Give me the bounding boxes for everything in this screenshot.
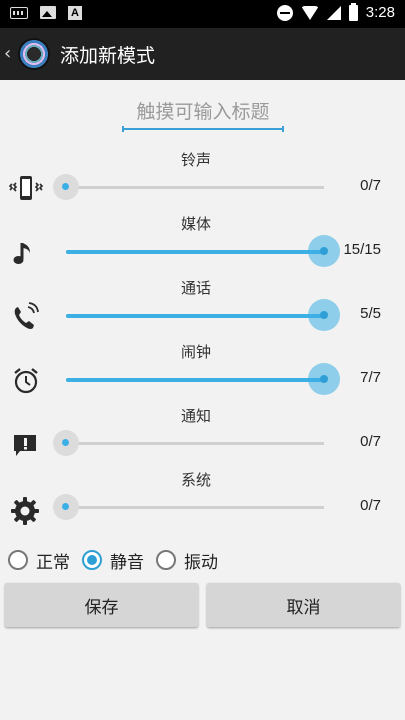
cancel-button[interactable]: 取消: [207, 583, 400, 627]
volume-value: 7/7: [360, 369, 381, 386]
title-input-wrap: [122, 96, 284, 132]
volume-label: 铃声: [180, 151, 211, 169]
battery-charging-icon: [348, 2, 358, 21]
volume-slider-fill: [66, 249, 324, 254]
volume-row-media: 媒体 15/15: [0, 213, 405, 277]
volume-label: 媒体: [180, 215, 211, 233]
volume-row-notification: 通知 0/7: [0, 405, 405, 469]
volume-label: 通话: [180, 279, 211, 297]
status-time: 3:28: [365, 4, 395, 21]
volume-slider-thumb[interactable]: [53, 174, 79, 200]
volume-label: 闹钟: [180, 343, 211, 361]
volume-value: 0/7: [360, 433, 381, 450]
a-icon: A: [68, 6, 82, 20]
volume-row-ringtone: 铃声 0/7: [0, 149, 405, 213]
volume-label: 通知: [180, 407, 211, 425]
radio-option-normal[interactable]: 正常: [8, 548, 70, 573]
radio-label: 正常: [36, 552, 70, 573]
notification-icon: [14, 435, 36, 456]
phone-call-icon: [14, 302, 39, 329]
save-button[interactable]: 保存: [5, 583, 198, 627]
chevron-left-icon[interactable]: ‹: [4, 44, 16, 64]
volume-row-system: 系统 0/7: [0, 469, 405, 533]
radio-label: 静音: [110, 552, 144, 573]
volume-row-alarm: 闹钟 7/7: [0, 341, 405, 405]
action-bar: ‹ 添加新模式: [0, 28, 405, 80]
volume-slider-track[interactable]: [66, 249, 324, 254]
volume-row-call: 通话 5/5: [0, 277, 405, 341]
app-logo-icon[interactable]: [18, 38, 50, 70]
volume-value: 0/7: [360, 497, 381, 514]
gear-icon: [11, 497, 39, 525]
radio-button[interactable]: [82, 550, 102, 570]
volume-value: 5/5: [360, 305, 381, 322]
signal-icon: [326, 5, 341, 20]
music-note-icon: [13, 243, 30, 264]
dnd-icon: [276, 4, 293, 21]
volume-slider-track[interactable]: [66, 186, 324, 189]
volume-slider-track[interactable]: [66, 442, 324, 445]
volume-value: 15/15: [343, 241, 381, 258]
volume-value: 0/7: [360, 177, 381, 194]
volume-slider-fill: [66, 313, 324, 318]
phone-vibrate-icon: [8, 176, 44, 200]
volume-slider-thumb[interactable]: [308, 235, 340, 267]
volume-slider-fill: [66, 377, 324, 382]
alarm-clock-icon: [14, 368, 38, 394]
status-bar: A 3:28: [0, 0, 405, 28]
page-title: 添加新模式: [60, 44, 156, 67]
volume-slider-thumb[interactable]: [53, 494, 79, 520]
radio-button[interactable]: [156, 550, 176, 570]
wifi-icon: [300, 5, 319, 20]
radio-option-silent[interactable]: 静音: [82, 548, 144, 573]
volume-slider-thumb[interactable]: [308, 363, 340, 395]
radio-option-vibrate[interactable]: 振动: [156, 548, 218, 573]
keyboard-icon: [10, 7, 28, 19]
volume-slider-track[interactable]: [66, 313, 324, 318]
title-input[interactable]: [122, 96, 284, 130]
volume-slider-track[interactable]: [66, 377, 324, 382]
volume-label: 系统: [180, 471, 211, 489]
radio-label: 振动: [184, 552, 218, 573]
radio-button[interactable]: [8, 550, 28, 570]
ringer-mode-group: 正常 静音 振动: [8, 547, 230, 573]
volume-slider-track[interactable]: [66, 506, 324, 509]
volume-slider-thumb[interactable]: [53, 430, 79, 456]
image-icon: [40, 6, 56, 19]
volume-slider-thumb[interactable]: [308, 299, 340, 331]
